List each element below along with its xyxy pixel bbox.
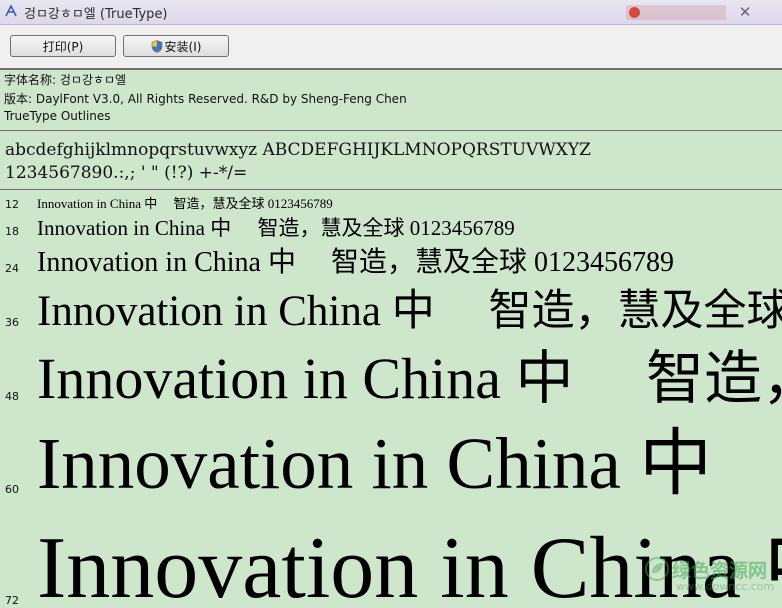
charset-letters: abcdefghijklmnopqrstuvwxyz ABCDEFGHIJKLM…: [5, 140, 591, 160]
separator: [0, 130, 782, 131]
title-bar[interactable]: 겅ㅁ강ㅎㅁ엘 (TrueType) ✕: [0, 0, 782, 25]
charset-digits: 1234567890.:,; ' " (!?) +-*/=: [5, 163, 248, 183]
font-name-line: 字体名称: 겅ㅁ강ㅎㅁ엘: [4, 73, 127, 87]
font-type-line: TrueType Outlines: [4, 109, 111, 123]
toolbar: 打印(P) 安装(I): [0, 25, 782, 70]
install-button-label: 安装(I): [164, 40, 202, 54]
print-button[interactable]: 打印(P): [10, 35, 116, 57]
sample-text: Innovation in China 中 智造，慧及全球 0123456789: [37, 247, 674, 278]
sample-size-label: 48: [5, 390, 19, 403]
sample-size-label: 12: [5, 198, 19, 211]
font-file-icon: [5, 4, 17, 17]
sample-size-label: 24: [5, 262, 19, 275]
sample-text: Innovation in China 中 智造，慧及全球 0123456789: [37, 346, 782, 411]
sample-text: Innovation in China 中 智造，慧及全球 0123456789: [37, 423, 782, 504]
sample-text: Innovation in China 中 智造，慧及全球 0123456789: [37, 216, 515, 240]
sample-size-label: 72: [5, 594, 19, 607]
sample-text: Innovation in China 中 智造，慧及全球 0123456789: [37, 196, 333, 211]
sample-text: Innovation in China 中 智造，慧及全球 0123456789: [37, 288, 782, 335]
sample-size-label: 18: [5, 225, 19, 238]
window-title: 겅ㅁ강ㅎㅁ엘 (TrueType): [24, 7, 168, 22]
separator: [0, 189, 782, 190]
font-info-panel: 字体名称: 겅ㅁ강ㅎㅁ엘 版本: DaylFont V3.0, All Righ…: [0, 70, 782, 128]
sample-text: Innovation in China 中 智造，慧及全球 0123456789: [37, 520, 782, 608]
print-button-label: 打印(P): [42, 40, 84, 54]
sample-size-label: 60: [5, 483, 19, 496]
font-viewer-window: 겅ㅁ강ㅎㅁ엘 (TrueType) ✕ 打印(P) 安装(I) 字体名称: 겅ㅁ…: [0, 0, 782, 608]
uac-shield-icon: [151, 40, 162, 53]
taskbar-badge: [626, 5, 726, 20]
close-icon[interactable]: ✕: [738, 4, 752, 20]
sample-size-label: 36: [5, 316, 19, 329]
badge-dot-icon: [629, 7, 640, 18]
version-line: 版本: DaylFont V3.0, All Rights Reserved. …: [4, 92, 407, 106]
install-button[interactable]: 安装(I): [123, 35, 229, 57]
